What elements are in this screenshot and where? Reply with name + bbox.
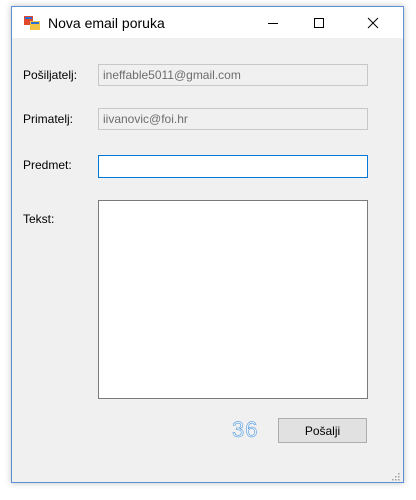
recipient-label: Primatelj:: [23, 112, 74, 126]
maximize-button[interactable]: [296, 7, 342, 38]
subject-field[interactable]: [98, 155, 368, 178]
email-window: Nova email poruka Pošiljatelj: Primatelj…: [11, 6, 404, 483]
sender-field[interactable]: [98, 64, 368, 86]
sender-label: Pošiljatelj:: [23, 68, 78, 82]
title-bar[interactable]: Nova email poruka: [12, 7, 403, 38]
form-area: Pošiljatelj: Primatelj: Predmet: Tekst: …: [12, 38, 403, 484]
resize-grip-icon[interactable]: [390, 471, 400, 481]
recipient-field[interactable]: [98, 108, 368, 130]
maximize-icon: [314, 17, 324, 28]
body-textarea[interactable]: [98, 200, 368, 399]
character-counter: 36: [232, 417, 259, 443]
minimize-icon: [268, 22, 278, 24]
subject-label: Predmet:: [23, 158, 72, 172]
close-icon: [367, 17, 379, 28]
app-window-icon: [24, 16, 40, 30]
close-button[interactable]: [350, 7, 396, 38]
body-label: Tekst:: [23, 212, 55, 226]
minimize-button[interactable]: [250, 7, 296, 38]
window-title: Nova email poruka: [48, 15, 165, 31]
send-button[interactable]: Pošalji: [278, 418, 367, 443]
